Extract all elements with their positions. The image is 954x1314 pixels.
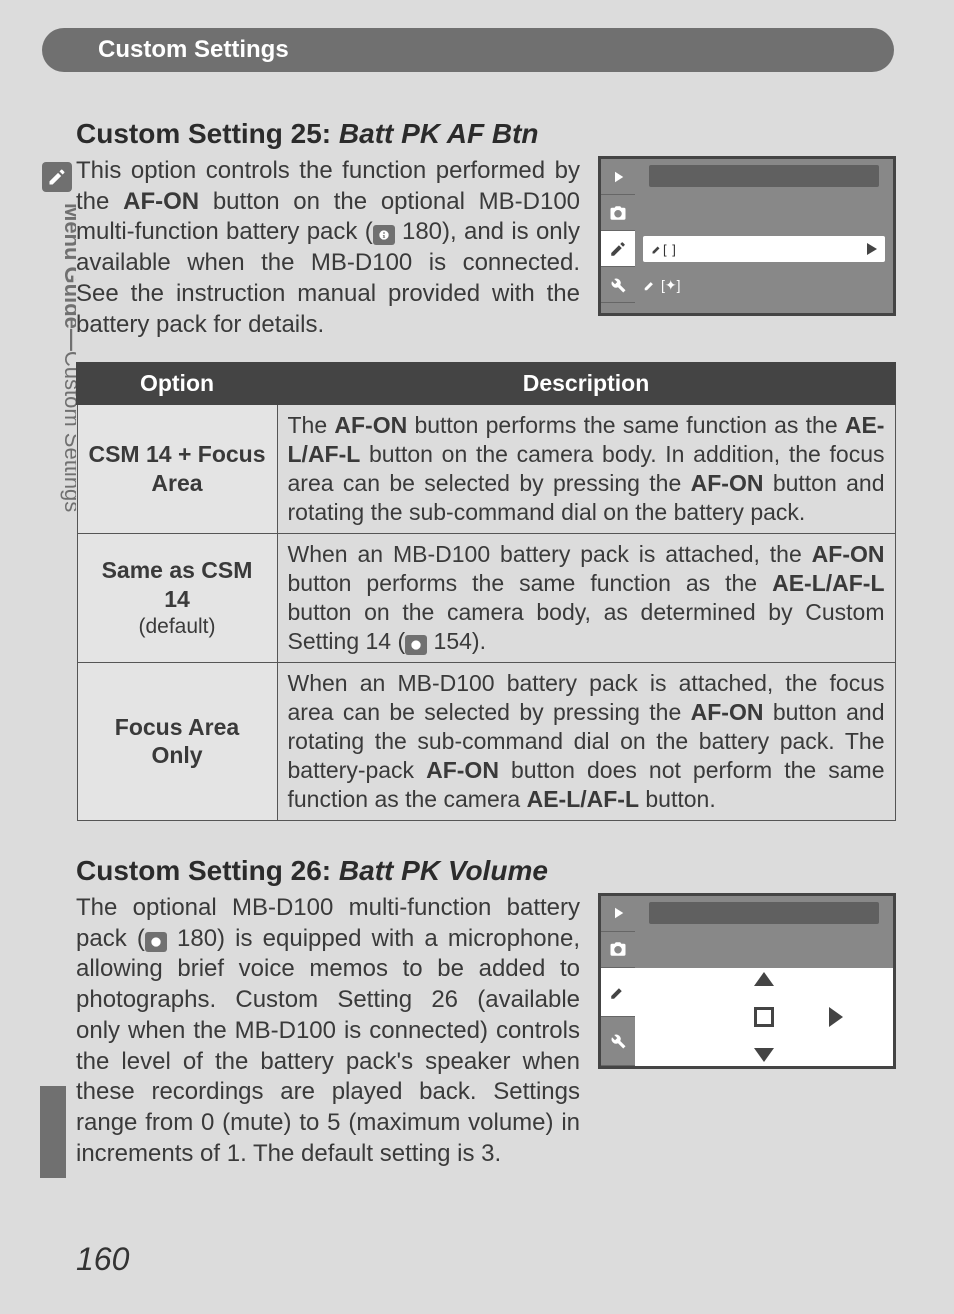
page-number: 160: [76, 1241, 129, 1278]
header-title: Custom Settings: [98, 36, 289, 63]
header-pill: Custom Settings: [42, 28, 894, 72]
setting-25-row: This option controls the function perfor…: [76, 156, 896, 340]
focus-bracket-icon: [✦]: [661, 277, 681, 294]
camera-icon: [601, 932, 635, 968]
lcd-spacer: [601, 303, 635, 313]
play-icon: [601, 896, 635, 932]
lcd-spacer-body: [635, 303, 893, 313]
table-row: Same as CSM 14 (default) When an MB-D100…: [77, 534, 895, 663]
lcd-preview-26: [598, 893, 896, 1069]
lcd-blank-row: [635, 932, 893, 968]
pencil-menu-icon: [601, 968, 635, 1017]
side-active-marker: [40, 1086, 66, 1178]
option-name-2: Same as CSM 14 (default): [77, 534, 277, 663]
table-header-row: Option Description: [77, 363, 895, 404]
lcd-bottom-row: [✦]: [635, 267, 893, 303]
option-desc-2: When an MB-D100 battery pack is attached…: [277, 534, 895, 663]
camera-icon: [601, 195, 635, 231]
setting-26-section: Custom Setting 26: Batt PK Volume The op…: [76, 855, 896, 1169]
setting-25-body: This option controls the function perfor…: [76, 156, 580, 340]
arrow-down-icon: [754, 1048, 774, 1062]
option-name-3: Focus Area Only: [77, 663, 277, 821]
setting-25-name: Batt PK AF Btn: [339, 118, 539, 149]
wrench-icon: [601, 1017, 635, 1066]
header-band: Custom Settings: [0, 0, 954, 110]
pencil-icon: [42, 162, 72, 192]
lcd-preview-25: [ ] [✦]: [598, 156, 896, 316]
lcd-menu-text: [ ]: [651, 242, 677, 257]
setting-26-prefix: Custom Setting 26:: [76, 855, 339, 886]
lcd-title-row: [635, 896, 893, 932]
page-ref-icon: [145, 932, 167, 952]
options-table: Option Description CSM 14 + Focus Area T…: [76, 362, 896, 821]
setting-26-row: The optional MB-D100 multi-function batt…: [76, 893, 896, 1169]
lcd-title-row: [635, 159, 893, 195]
th-description: Description: [277, 363, 895, 404]
setting-25-title: Custom Setting 25: Batt PK AF Btn: [76, 118, 896, 150]
page-ref-icon: [373, 225, 395, 245]
content-area: Custom Setting 25: Batt PK AF Btn This o…: [76, 118, 896, 1169]
setting-26-body: The optional MB-D100 multi-function batt…: [76, 893, 580, 1169]
arrow-up-icon: [754, 972, 774, 986]
setting-25-prefix: Custom Setting 25:: [76, 118, 339, 149]
chevron-right-icon: [867, 243, 877, 255]
table-row: CSM 14 + Focus Area The AF-ON button per…: [77, 404, 895, 533]
option-desc-1: The AF-ON button performs the same funct…: [277, 404, 895, 533]
lcd-blank-row: [635, 195, 893, 231]
play-icon: [601, 159, 635, 195]
volume-control: [635, 968, 893, 1066]
side-tab: Menu Guide—Custom Settings: [36, 158, 80, 1178]
th-option: Option: [77, 363, 277, 404]
lcd-selected-row: [ ]: [635, 231, 893, 267]
chevron-right-icon: [829, 1007, 843, 1027]
option-name-1: CSM 14 + Focus Area: [77, 404, 277, 533]
level-indicator: [754, 1007, 774, 1027]
wrench-icon: [601, 267, 635, 303]
pencil-menu-icon: [601, 231, 635, 267]
s26-text-b: 180) is equipped with a microphone, allo…: [76, 925, 580, 1167]
setting-26-title: Custom Setting 26: Batt PK Volume: [76, 855, 896, 887]
page-ref-icon: [405, 635, 427, 655]
table-row: Focus Area Only When an MB-D100 battery …: [77, 663, 895, 821]
pencil-small-icon: [643, 278, 657, 292]
option-desc-3: When an MB-D100 battery pack is attached…: [277, 663, 895, 821]
setting-26-name: Batt PK Volume: [339, 855, 548, 886]
s25-text-b: AF-ON: [123, 188, 199, 215]
